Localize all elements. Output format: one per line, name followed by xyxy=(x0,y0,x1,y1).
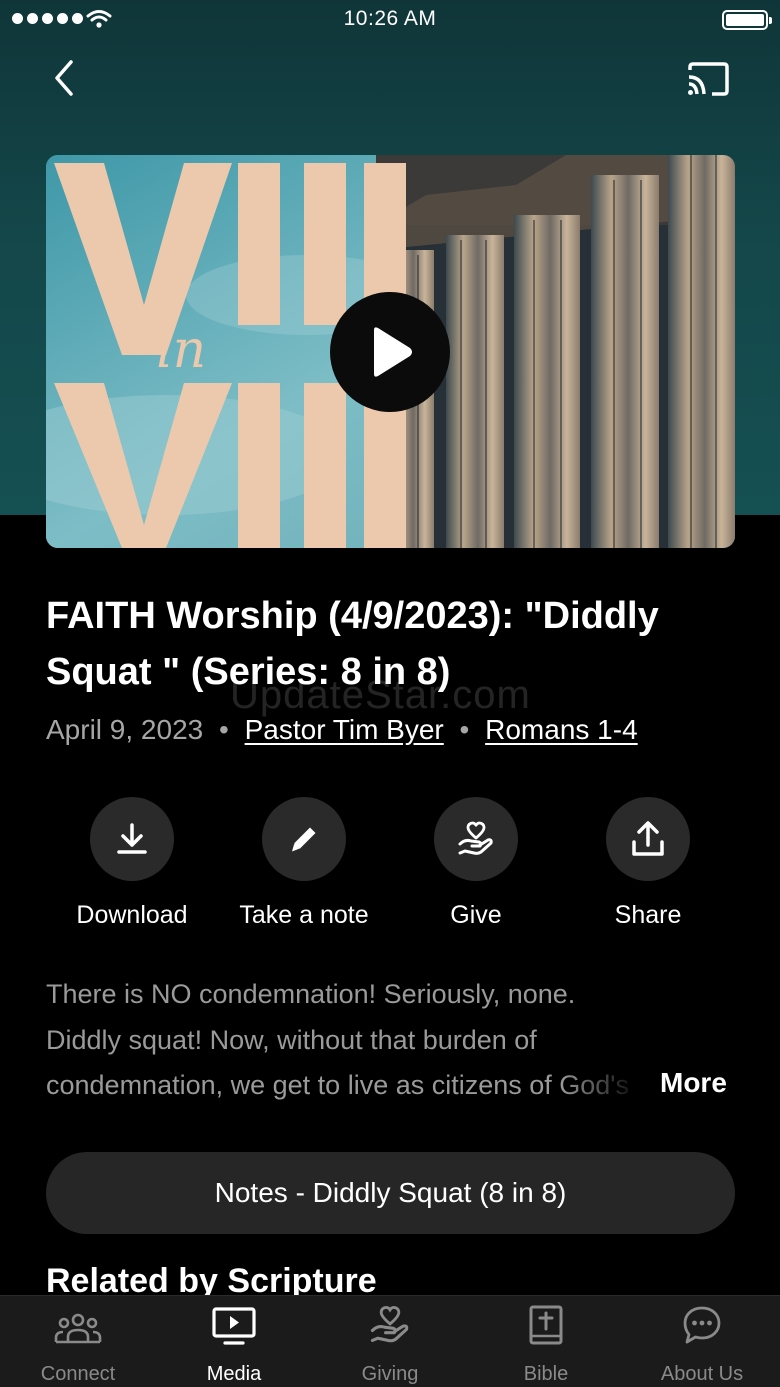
meta-separator: • xyxy=(219,714,229,745)
tab-giving-label: Giving xyxy=(361,1363,419,1385)
tab-about-us[interactable]: About Us xyxy=(624,1296,780,1387)
bible-icon xyxy=(529,1305,563,1345)
speaker-link[interactable]: Pastor Tim Byer xyxy=(245,714,444,745)
back-button[interactable] xyxy=(44,55,84,101)
tab-connect[interactable]: Connect xyxy=(0,1296,156,1387)
share-label: Share xyxy=(614,901,682,929)
take-note-label: Take a note xyxy=(239,901,369,929)
share-button[interactable]: Share xyxy=(562,797,734,930)
giving-hand-icon xyxy=(458,821,493,855)
people-icon xyxy=(54,1313,102,1344)
pencil-icon xyxy=(292,827,316,852)
status-bar: 10:26 AM xyxy=(0,0,780,40)
sermon-artwork[interactable]: in xyxy=(46,155,735,548)
tab-media-label: Media xyxy=(206,1363,262,1385)
sermon-date: April 9, 2023 xyxy=(46,714,204,745)
tab-bible[interactable]: Bible xyxy=(468,1296,624,1387)
tv-play-icon xyxy=(212,1307,256,1345)
give-circle[interactable] xyxy=(434,797,518,881)
download-button[interactable]: Download xyxy=(46,797,218,930)
download-label: Download xyxy=(76,901,188,929)
giving-hand-icon xyxy=(370,1305,409,1343)
take-note-button[interactable]: Take a note xyxy=(218,797,390,930)
notes-button[interactable]: Notes - Diddly Squat (8 in 8) xyxy=(46,1152,735,1234)
download-circle[interactable] xyxy=(90,797,174,881)
give-button[interactable]: Give xyxy=(390,797,562,930)
tab-connect-label: Connect xyxy=(40,1363,116,1385)
tab-giving[interactable]: Giving xyxy=(312,1296,468,1387)
chevron-left-icon xyxy=(55,60,73,96)
watermark: UpdateStar.com xyxy=(230,673,531,717)
sermon-description: There is NO condemnation! Seriously, non… xyxy=(46,979,629,1100)
meta-separator: • xyxy=(459,714,470,745)
cast-icon xyxy=(688,62,729,96)
sermon-meta: April 9, 2023 • Pastor Tim Byer • Romans… xyxy=(46,714,638,746)
give-label: Give xyxy=(450,901,502,929)
tab-about-us-label: About Us xyxy=(660,1363,744,1385)
share-circle[interactable] xyxy=(606,797,690,881)
play-button[interactable] xyxy=(330,292,450,412)
battery-icon xyxy=(722,10,772,30)
tab-bible-label: Bible xyxy=(523,1363,569,1385)
download-icon xyxy=(117,823,147,854)
cast-button[interactable] xyxy=(682,56,734,102)
scripture-link[interactable]: Romans 1-4 xyxy=(485,714,638,745)
tab-media[interactable]: Media xyxy=(156,1296,312,1387)
tab-bar: Connect Media Giving Bible About Us xyxy=(0,1295,780,1387)
action-row: Download Take a note Give Share xyxy=(46,797,735,937)
play-icon xyxy=(374,327,412,377)
chat-bubble-icon xyxy=(683,1306,721,1344)
svg-text:in: in xyxy=(156,320,206,380)
share-icon xyxy=(632,821,664,856)
more-button[interactable]: More xyxy=(660,1067,727,1099)
status-time: 10:26 AM xyxy=(343,7,437,30)
description-fade xyxy=(560,1062,650,1107)
take-note-circle[interactable] xyxy=(262,797,346,881)
